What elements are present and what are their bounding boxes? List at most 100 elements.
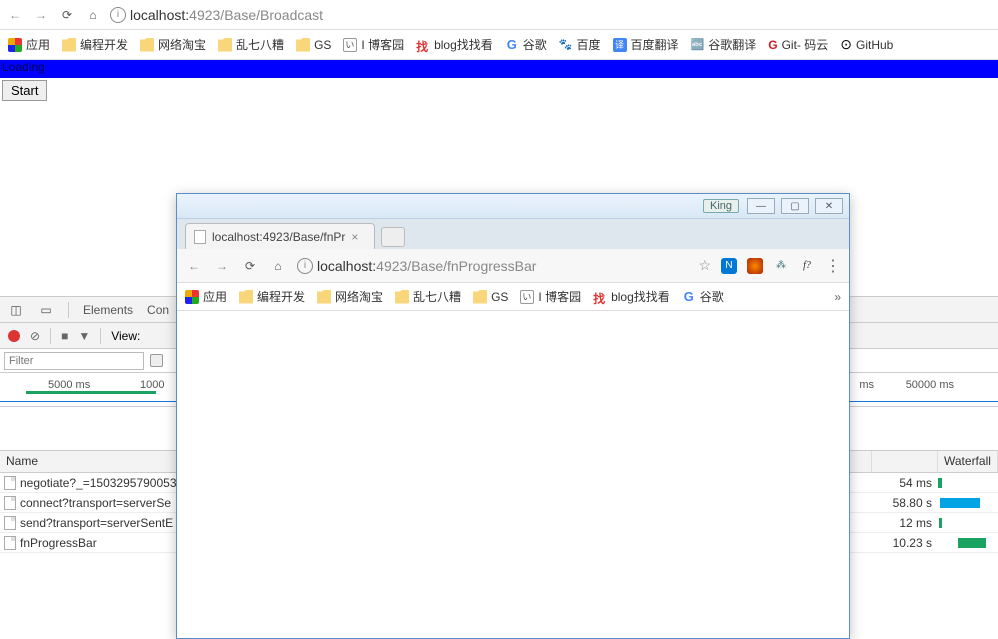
url-host: localhost:	[130, 7, 189, 23]
bookmark-item[interactable]: I 博客园	[343, 36, 404, 53]
bookmark-star-icon[interactable]: ☆	[698, 257, 711, 274]
bookmark-item[interactable]: G Git- 码云	[768, 36, 828, 53]
bookmark-item[interactable]: 找blog找找看	[416, 36, 493, 53]
address-bar[interactable]: i localhost:4923/Base/Broadcast	[110, 3, 992, 27]
menu-button[interactable]: ⋮	[825, 256, 841, 276]
folder-icon	[218, 38, 232, 52]
git-icon: G	[768, 38, 777, 52]
record-button[interactable]	[8, 330, 20, 342]
url-path: 4923/Base/Broadcast	[189, 7, 323, 23]
file-icon	[4, 496, 16, 510]
bookmark-item[interactable]: I 博客园	[520, 288, 581, 305]
back-button[interactable]: ←	[6, 6, 24, 24]
camera-icon[interactable]: ■	[61, 329, 68, 343]
folder-icon	[239, 290, 253, 304]
bookmark-label: I 博客园	[538, 288, 581, 305]
home-button[interactable]: ⌂	[84, 6, 102, 24]
popup-back-button[interactable]: ←	[185, 257, 203, 275]
timeline-load-bar	[26, 391, 156, 394]
popup-titlebar[interactable]: King — ▢ ✕	[177, 194, 849, 219]
regex-checkbox[interactable]	[150, 354, 163, 367]
folder-icon	[317, 290, 331, 304]
inspect-icon[interactable]: ◫	[8, 303, 24, 317]
bookmark-item[interactable]: 乱七八糟	[395, 288, 461, 305]
site-info-icon[interactable]: i	[110, 7, 126, 23]
timeline-tick: 5000 ms	[48, 379, 90, 391]
bookmark-label: 网络淘宝	[158, 36, 206, 53]
browser-tab[interactable]: localhost:4923/Base/fnPr ×	[185, 223, 375, 249]
bookmark-label: 谷歌	[700, 288, 724, 305]
find-icon: 找	[593, 290, 607, 304]
reload-button[interactable]: ⟳	[58, 6, 76, 24]
bookmark-label: 谷歌翻译	[708, 36, 756, 53]
request-name: connect?transport=serverSe	[20, 496, 171, 510]
bookmark-item[interactable]: G谷歌	[505, 36, 547, 53]
request-time: 12 ms	[872, 516, 938, 530]
bookmark-item[interactable]: 编程开发	[239, 288, 305, 305]
clear-icon[interactable]: ⊘	[30, 329, 40, 343]
ext-icon-f[interactable]: f?	[799, 258, 815, 274]
close-button[interactable]: ✕	[815, 198, 843, 214]
col-time[interactable]	[872, 451, 938, 472]
bookmark-label: 编程开发	[257, 288, 305, 305]
popup-page-content	[177, 311, 849, 638]
bookmark-item[interactable]: 找blog找找看	[593, 288, 670, 305]
trans-icon: 译	[613, 38, 627, 52]
bookmark-item[interactable]: ⊙GitHub	[840, 36, 893, 53]
tab-close-icon[interactable]: ×	[351, 230, 358, 244]
ext-icon-circle[interactable]	[747, 258, 763, 274]
bookmark-label: 网络淘宝	[335, 288, 383, 305]
bookmark-label: 百度翻译	[631, 36, 679, 53]
bookmark-item[interactable]: 译百度翻译	[613, 36, 679, 53]
popup-home-button[interactable]: ⌂	[269, 257, 287, 275]
bookmark-item[interactable]: 🔤谷歌翻译	[691, 36, 757, 53]
site-info-icon[interactable]: i	[297, 258, 313, 274]
start-button[interactable]: Start	[2, 80, 47, 101]
timeline-tick: 1000	[140, 379, 164, 391]
device-icon[interactable]: ▭	[38, 303, 54, 317]
popup-url-path: 4923/Base/fnProgressBar	[376, 258, 536, 274]
googtr-icon: 🔤	[691, 38, 705, 51]
bookmarks-overflow[interactable]: »	[834, 290, 841, 304]
bookmark-item[interactable]: 应用	[185, 288, 227, 305]
page-icon	[194, 230, 206, 244]
minimize-button[interactable]: —	[747, 198, 775, 214]
bookmark-item[interactable]: 编程开发	[62, 36, 128, 53]
ext-icon-aspnet[interactable]: N	[721, 258, 737, 274]
filter-input[interactable]	[4, 352, 144, 370]
filter-icon[interactable]: ▼	[78, 329, 90, 343]
tab-console[interactable]: Con	[147, 303, 169, 317]
bookmark-item[interactable]: G谷歌	[682, 288, 724, 305]
waterfall-bar	[939, 518, 942, 528]
tab-elements[interactable]: Elements	[83, 303, 133, 317]
col-waterfall[interactable]: Waterfall	[938, 451, 998, 472]
timeline-tick: 50000 ms	[906, 379, 954, 391]
bookmark-item[interactable]: 网络淘宝	[317, 288, 383, 305]
bookmark-item[interactable]: 应用	[8, 36, 50, 53]
popup-address-bar[interactable]: i localhost:4923/Base/fnProgressBar	[297, 254, 684, 278]
apps-icon	[8, 38, 22, 52]
ext-icon-pulse[interactable]: ⁂	[773, 258, 789, 274]
blue-i-icon	[343, 38, 357, 52]
bookmark-item[interactable]: 网络淘宝	[140, 36, 206, 53]
folder-icon	[395, 290, 409, 304]
bookmark-item[interactable]: 乱七八糟	[218, 36, 284, 53]
bookmark-item[interactable]: 🐾百度	[559, 36, 601, 53]
bookmark-label: GS	[314, 38, 331, 52]
popup-forward-button[interactable]: →	[213, 257, 231, 275]
forward-button[interactable]: →	[32, 6, 50, 24]
bookmark-label: 谷歌	[523, 36, 547, 53]
maximize-button[interactable]: ▢	[781, 198, 809, 214]
bookmark-item[interactable]: GS	[473, 290, 508, 304]
find-icon: 找	[416, 38, 430, 52]
window-badge: King	[703, 199, 739, 213]
bookmark-label: GS	[491, 290, 508, 304]
apps-icon	[185, 290, 199, 304]
new-tab-button[interactable]	[381, 227, 405, 247]
timeline-tick: ms	[859, 379, 874, 391]
bookmark-item[interactable]: GS	[296, 38, 331, 52]
popup-reload-button[interactable]: ⟳	[241, 257, 259, 275]
bookmark-label: Git- 码云	[782, 36, 829, 53]
popup-bookmarks-bar: 应用 编程开发 网络淘宝乱七八糟 GS I 博客园找blog找找看 G谷歌 »	[177, 283, 849, 311]
main-nav-bar: ← → ⟳ ⌂ i localhost:4923/Base/Broadcast	[0, 0, 998, 30]
